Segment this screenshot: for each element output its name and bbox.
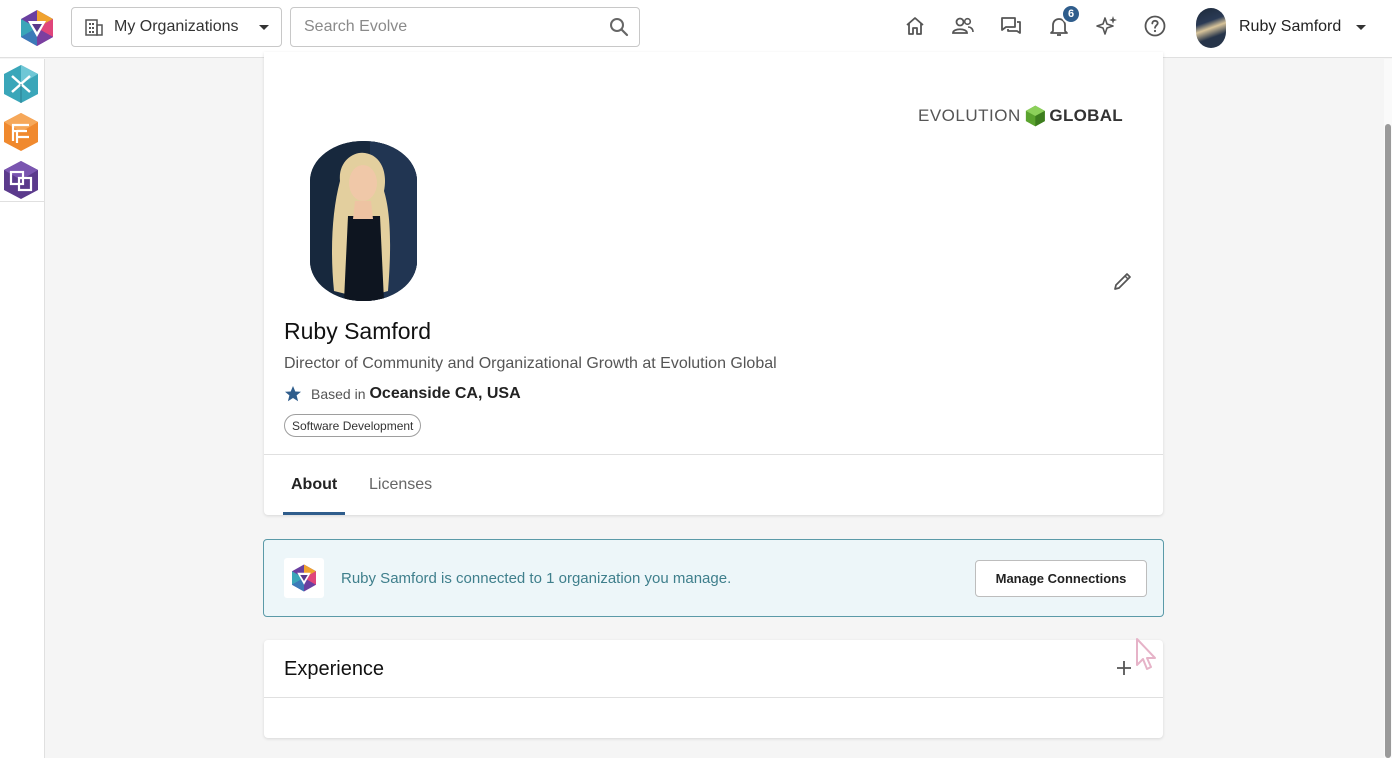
edit-pencil-icon[interactable]: [1112, 270, 1134, 292]
scrollbar-thumb[interactable]: [1385, 124, 1391, 758]
connection-message: Ruby Samford is connected to 1 organizat…: [341, 570, 732, 587]
tab-about[interactable]: About: [291, 476, 337, 494]
search-icon[interactable]: [609, 17, 629, 37]
evolve-logo-icon[interactable]: [17, 8, 57, 48]
profile-location: Based in Oceanside CA, USA: [284, 385, 521, 403]
mouse-cursor-icon: [1136, 638, 1156, 670]
organization-selector[interactable]: My Organizations: [71, 7, 282, 47]
star-icon: [285, 386, 301, 402]
profile-photo: [310, 141, 417, 301]
chevron-down-icon[interactable]: [1356, 25, 1366, 30]
tabs-divider: [264, 454, 1163, 455]
evolve-logo-icon: [292, 564, 316, 592]
experience-divider: [264, 697, 1163, 698]
connection-org-logo: [284, 558, 324, 598]
app-x-icon[interactable]: [1, 63, 41, 105]
tab-licenses[interactable]: Licenses: [369, 476, 432, 494]
add-icon[interactable]: [1115, 659, 1133, 677]
cube-logo-icon: [1025, 105, 1045, 127]
company-logo-right-text: GLOBAL: [1049, 106, 1123, 125]
home-icon[interactable]: [903, 14, 927, 38]
notification-badge: 6: [1061, 4, 1081, 24]
location-prefix: Based in: [311, 386, 366, 402]
people-icon[interactable]: [951, 14, 975, 38]
connection-banner: Ruby Samford is connected to 1 organizat…: [263, 539, 1164, 617]
manage-connections-button[interactable]: Manage Connections: [975, 560, 1147, 597]
experience-title: Experience: [284, 658, 385, 680]
help-icon[interactable]: [1143, 14, 1167, 38]
active-tab-indicator: [283, 512, 345, 515]
app-sidebar: [0, 59, 45, 758]
top-bar: My Organizations 6 Ruby Samford: [0, 0, 1392, 58]
building-icon: [85, 19, 103, 36]
industry-tag: Software Development: [284, 414, 422, 437]
search-bar: [290, 7, 640, 47]
profile-job-title: Director of Community and Organizational…: [284, 355, 777, 372]
user-avatar[interactable]: [1196, 8, 1226, 48]
company-logo-left-text: EVOLUTION: [918, 106, 1021, 125]
location-value: Oceanside CA, USA: [369, 385, 521, 402]
experience-card: Experience: [264, 640, 1163, 738]
profile-card: EVOLUTION GLOBAL Ruby Samford Director o…: [264, 52, 1163, 515]
company-logo: EVOLUTION GLOBAL: [918, 101, 1123, 131]
profile-name: Ruby Samford: [284, 318, 432, 344]
profile-photo-image: [310, 141, 417, 301]
chevron-down-icon: [259, 24, 269, 30]
sidebar-divider: [0, 201, 45, 202]
app-f-icon[interactable]: [1, 111, 41, 153]
chat-icon[interactable]: [999, 14, 1023, 38]
organization-selector-label: My Organizations: [114, 18, 239, 35]
sparkle-icon[interactable]: [1095, 14, 1119, 38]
user-name[interactable]: Ruby Samford: [1239, 18, 1341, 36]
search-input[interactable]: [291, 8, 591, 46]
app-link-icon[interactable]: [1, 159, 41, 201]
